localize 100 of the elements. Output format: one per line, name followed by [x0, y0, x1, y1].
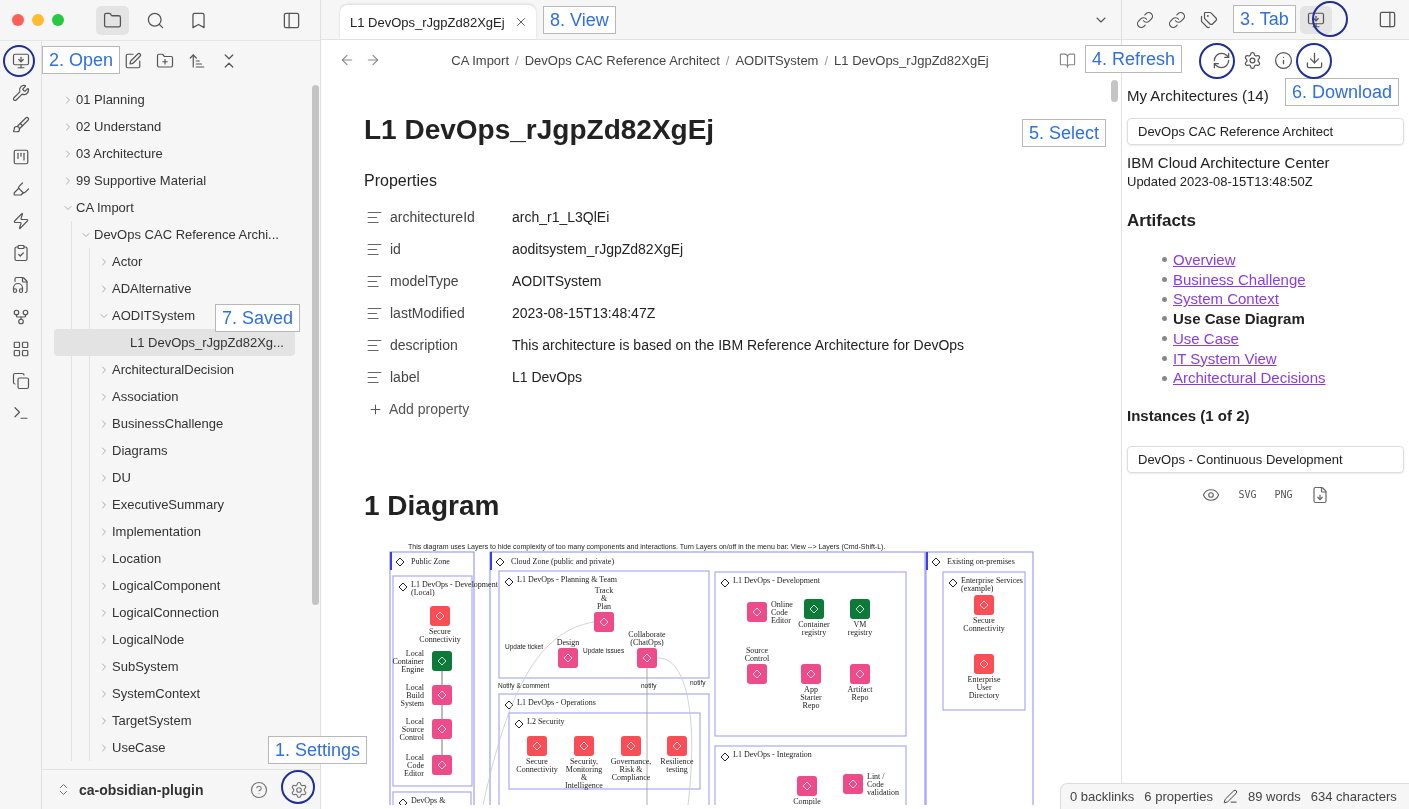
new-note-icon[interactable]	[124, 52, 142, 70]
artifact-link[interactable]: Business Challenge	[1173, 269, 1306, 290]
folder-item[interactable]: Location	[54, 545, 170, 572]
fork-icon[interactable]	[11, 308, 30, 326]
folder-item[interactable]: SystemContext	[54, 680, 209, 707]
file-download-icon[interactable]	[1310, 485, 1329, 504]
property-value[interactable]: aoditsystem_rJgpZd82XgEj	[512, 241, 684, 257]
diamond-icon	[720, 752, 730, 762]
sort-icon[interactable]	[188, 52, 206, 70]
properties-count: 6 properties	[1144, 789, 1213, 804]
folder-item[interactable]: 02 Understand	[54, 113, 170, 140]
clipboard-icon[interactable]	[11, 244, 30, 262]
property-value[interactable]: arch_r1_L3QlEi	[512, 209, 610, 225]
folder-item[interactable]: LogicalConnection	[54, 599, 227, 626]
vault-name[interactable]: ca-obsidian-plugin	[79, 781, 242, 798]
back-arrow-icon[interactable]	[339, 52, 355, 68]
info-icon[interactable]	[1274, 50, 1293, 70]
folder-item[interactable]: 03 Architecture	[54, 140, 171, 167]
pencil-icon[interactable]	[1222, 789, 1238, 804]
highlight-circle	[1296, 43, 1332, 79]
lightning-icon[interactable]	[11, 212, 30, 230]
folder-item[interactable]: Association	[54, 383, 187, 410]
folder-item[interactable]: ExecutiveSummary	[54, 491, 232, 518]
folder-item[interactable]: BusinessChallenge	[54, 410, 232, 437]
breadcrumb-item[interactable]: CA Import	[451, 52, 510, 68]
property-value[interactable]: 2023-08-15T13:48:47Z	[512, 305, 656, 321]
wrench-icon[interactable]	[11, 84, 30, 102]
download-icon[interactable]	[1305, 50, 1324, 70]
folder-item[interactable]: LogicalNode	[54, 626, 193, 653]
property-key[interactable]: modelType	[390, 273, 512, 289]
group-title: L1 DevOps - Development (Local)	[411, 580, 498, 597]
close-window-button[interactable]	[12, 14, 24, 26]
callout-label: 8. View	[543, 6, 616, 34]
folder-item[interactable]: DevOps CAC Reference Archi...	[54, 221, 287, 248]
folder-item[interactable]: CA Import	[54, 194, 142, 221]
group-title: L1 DevOps - Integration	[733, 750, 812, 759]
settings-icon[interactable]	[1243, 50, 1262, 70]
close-icon[interactable]	[514, 15, 528, 29]
folder-item[interactable]: AODITSystem	[54, 302, 204, 329]
panel-heading: My Architectures (14)	[1127, 86, 1269, 106]
property-value[interactable]: L1 DevOps	[512, 369, 583, 385]
folder-item[interactable]: Diagrams	[54, 437, 176, 464]
scrollbar[interactable]	[1111, 80, 1118, 102]
property-key[interactable]: architectureId	[390, 209, 512, 225]
refresh-icon[interactable]	[1212, 50, 1231, 70]
property-key[interactable]: label	[390, 369, 512, 385]
artifact-link[interactable]: System Context	[1173, 289, 1279, 310]
add-property-button[interactable]: Add property	[364, 393, 1121, 425]
settings-icon[interactable]	[290, 780, 308, 799]
bookmark-icon	[189, 10, 208, 30]
folder-item[interactable]: TargetSystem	[54, 707, 200, 734]
file-icon[interactable]	[11, 276, 30, 294]
forward-arrow-icon[interactable]	[365, 52, 381, 68]
copy-icon[interactable]	[11, 372, 30, 390]
architecture-select[interactable]: DevOps CAC Reference Architect	[1127, 118, 1404, 145]
note-tab[interactable]: L1 DevOps_rJgpZd82XgEj	[340, 5, 536, 39]
tags-icon[interactable]	[1200, 10, 1218, 29]
architecture-view-button[interactable]	[1300, 5, 1332, 34]
property-key[interactable]: lastModified	[390, 305, 512, 321]
breadcrumb-item[interactable]: L1 DevOps_rJgpZd82XgEj	[834, 52, 989, 68]
artifact-link[interactable]: Architectural Decisions	[1173, 368, 1326, 388]
folder-item[interactable]: ArchitecturalDecision	[54, 356, 243, 383]
panel-right-icon[interactable]	[1378, 10, 1397, 29]
highlighter-icon[interactable]	[11, 180, 30, 198]
property-value[interactable]: AODITSystem	[512, 273, 602, 289]
instance-select[interactable]: DevOps - Continuous Development	[1127, 445, 1404, 473]
brush-icon[interactable]	[11, 116, 30, 134]
folder-item[interactable]: UseCase	[54, 734, 174, 761]
scrollbar[interactable]	[312, 85, 319, 605]
kanban-icon[interactable]	[11, 148, 30, 166]
property-key[interactable]: id	[390, 241, 512, 257]
new-folder-icon[interactable]	[156, 52, 174, 70]
folder-item[interactable]: Actor	[54, 248, 151, 275]
folder-item[interactable]: LogicalComponent	[54, 572, 229, 599]
folder-item[interactable]: Implementation	[54, 518, 209, 545]
monitor-download-icon[interactable]	[11, 52, 30, 70]
artifact-link[interactable]: Overview	[1173, 250, 1236, 270]
help-icon[interactable]	[250, 780, 268, 799]
breadcrumb-item[interactable]: DevOps CAC Reference Architect	[524, 52, 720, 68]
export-button[interactable]: PNG	[1274, 489, 1293, 501]
property-key[interactable]: description	[390, 337, 512, 353]
link-icon[interactable]	[1168, 10, 1186, 29]
grid-icon[interactable]	[11, 340, 30, 358]
property-value[interactable]: This architecture is based on the IBM Reference Architecture for DevOps	[512, 337, 965, 353]
folder-item[interactable]: 99 Supportive Material	[54, 167, 215, 194]
folder-item[interactable]: ADAlternative	[54, 275, 200, 302]
breadcrumb-item[interactable]: AODITSystem	[735, 52, 819, 68]
folder-item[interactable]: 01 Planning	[54, 86, 153, 113]
sidebar-tab[interactable]	[96, 5, 129, 35]
file-item[interactable]: L1 DevOps_rJgpZd82Xg...	[54, 329, 295, 356]
highlight-circle	[1312, 1, 1348, 37]
export-button[interactable]: SVG	[1238, 489, 1257, 501]
artifact-link[interactable]: Use Case Diagram	[1173, 309, 1305, 329]
terminal-icon[interactable]	[11, 404, 30, 422]
artifact-link[interactable]: IT System View	[1173, 348, 1277, 369]
folder-item[interactable]: SubSystem	[54, 653, 187, 680]
folder-item[interactable]: DU	[54, 464, 139, 491]
link-icon[interactable]	[1136, 10, 1154, 29]
book-icon[interactable]	[1059, 51, 1076, 69]
artifact-link[interactable]: Use Case	[1173, 328, 1239, 349]
